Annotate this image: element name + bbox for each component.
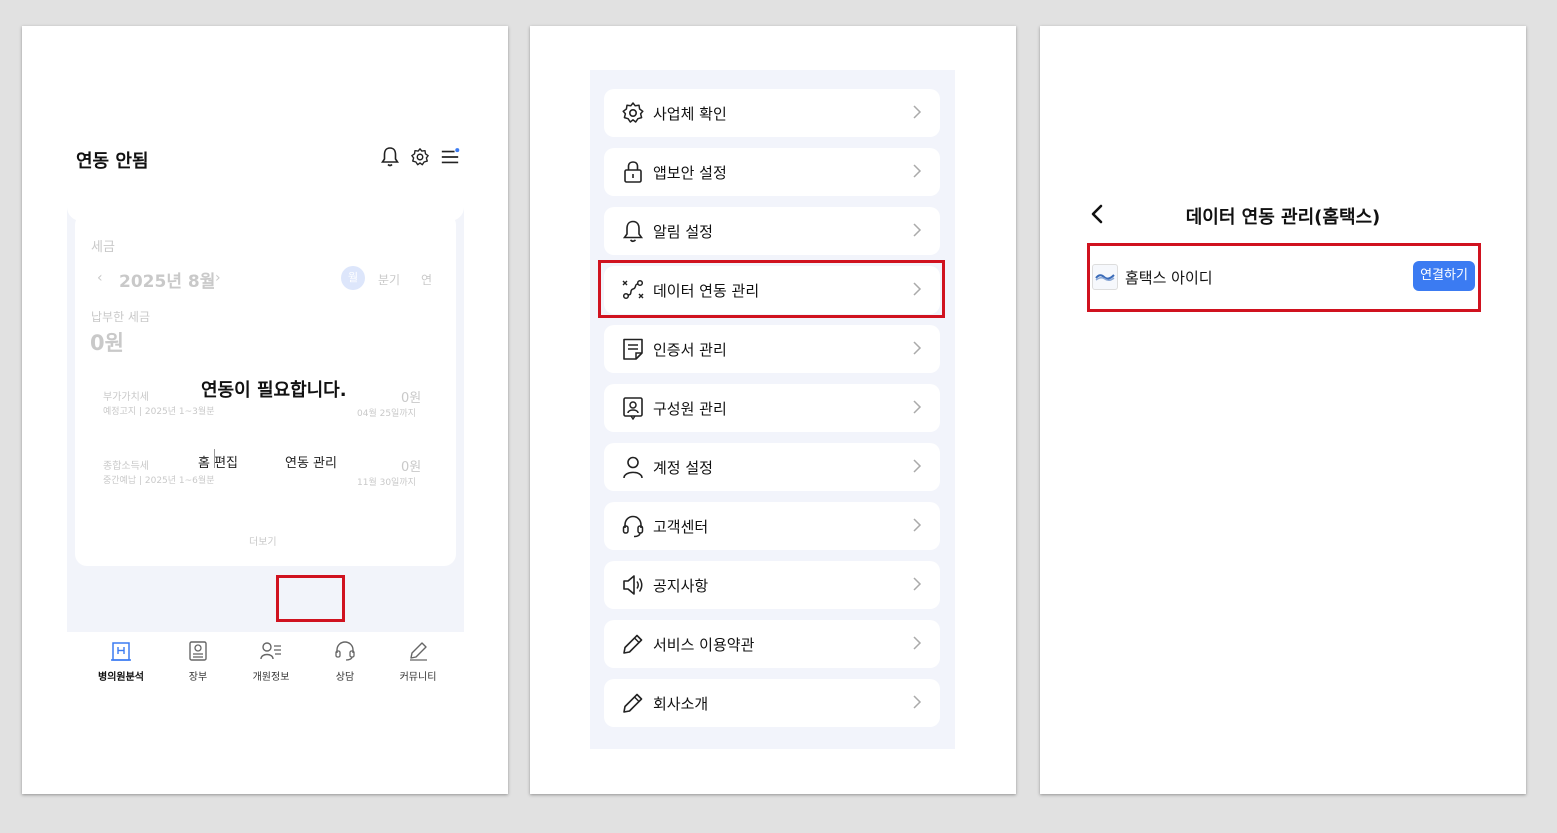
next-month-button[interactable]: ›: [215, 270, 221, 286]
gear-icon[interactable]: [410, 146, 430, 168]
nav-item-community[interactable]: 커뮤니티: [386, 640, 450, 683]
back-arrow-icon[interactable]: [1090, 203, 1104, 225]
menu-item-label: 고객센터: [653, 518, 709, 536]
nav-item-ledger[interactable]: 장부: [166, 640, 230, 683]
home-screen-panel: 연동 안됨 세금 ‹ 2025년 8월 › 월 분기 연 납부한 세금 0원 부…: [22, 26, 508, 794]
chevron-right-icon: [913, 341, 922, 355]
nav-label: 개원정보: [252, 672, 290, 683]
chevron-right-icon: [913, 223, 922, 237]
menu-item-label: 구성원 관리: [653, 400, 727, 418]
tab-year[interactable]: 연: [421, 271, 432, 288]
tax-card: 세금 ‹ 2025년 8월 › 월 분기 연 납부한 세금 0원 부가가치세 예…: [75, 213, 456, 566]
menu-item-label: 사업체 확인: [653, 105, 727, 123]
tax-row-subtitle: 중간예납 | 2025년 1~6월분: [103, 476, 215, 486]
gear-icon: [622, 102, 644, 123]
nav-item-hospital-analysis[interactable]: 병의원분석: [89, 640, 153, 683]
tax-row-title: 부가가치세: [103, 392, 149, 403]
hospital-icon: [111, 642, 131, 661]
menu-item-label: 계정 설정: [653, 459, 713, 477]
user-icon: [623, 456, 643, 479]
home-edit-button[interactable]: 홈 편집: [198, 452, 238, 471]
settings-menu-panel: 사업체 확인 앱보안 설정 알림 설정 데이터 연동 관리 인증서 관리 구성원…: [530, 26, 1016, 794]
lock-icon: [624, 161, 642, 183]
headset-icon: [335, 641, 355, 661]
home-content-area: 세금 ‹ 2025년 8월 › 월 분기 연 납부한 세금 0원 부가가치세 예…: [67, 186, 464, 632]
chevron-right-icon: [913, 164, 922, 178]
nav-label: 병의원분석: [98, 672, 144, 683]
nav-item-opening-info[interactable]: 개원정보: [239, 640, 303, 683]
month-label: 2025년 8월: [119, 272, 216, 292]
member-badge-icon: [623, 397, 643, 420]
speaker-icon: [623, 575, 643, 595]
chevron-right-icon: [913, 636, 922, 650]
chevron-right-icon: [913, 400, 922, 414]
menu-item-company-info[interactable]: 회사소개: [604, 679, 940, 727]
tax-row-subtitle: 예정고지 | 2025년 1~3월분: [103, 407, 215, 417]
menu-item-label: 알림 설정: [653, 223, 713, 241]
chevron-right-icon: [913, 105, 922, 119]
tax-row-due: 04월 25일까지: [357, 409, 416, 419]
tax-row-value: 0원: [401, 460, 422, 475]
menu-item-label: 서비스 이용약관: [653, 636, 755, 654]
pen-icon: [623, 634, 643, 654]
person-list-icon: [260, 642, 281, 660]
tax-row-due: 11월 30일까지: [357, 478, 416, 488]
menu-item-customer-center[interactable]: 고객센터: [604, 502, 940, 550]
menu-item-business-check[interactable]: 사업체 확인: [604, 89, 940, 137]
notification-dot: [455, 148, 460, 153]
nav-label: 장부: [188, 672, 208, 683]
menu-item-label: 인증서 관리: [653, 341, 727, 359]
tab-quarter[interactable]: 분기: [378, 271, 400, 288]
tax-section-label: 세금: [91, 240, 115, 255]
menu-item-account[interactable]: 계정 설정: [604, 443, 940, 491]
menu-item-certificate[interactable]: 인증서 관리: [604, 325, 940, 373]
chevron-right-icon: [913, 695, 922, 709]
chevron-right-icon: [913, 459, 922, 473]
menu-item-members[interactable]: 구성원 관리: [604, 384, 940, 432]
paid-tax-value: 0원: [90, 331, 124, 355]
tax-row-value: 0원: [401, 391, 422, 406]
prev-month-button[interactable]: ‹: [97, 270, 103, 286]
ledger-icon: [189, 641, 207, 661]
bell-icon: [622, 220, 644, 243]
nav-label: 상담: [335, 672, 355, 683]
menu-item-label: 공지사항: [653, 577, 709, 595]
menu-item-terms[interactable]: 서비스 이용약관: [604, 620, 940, 668]
nav-item-consult[interactable]: 상담: [313, 640, 377, 683]
certificate-icon: [623, 338, 643, 360]
highlight-box: [276, 575, 345, 622]
highlight-box: [1087, 243, 1481, 312]
more-link[interactable]: 더보기: [249, 533, 277, 548]
link-required-message: 연동이 필요합니다.: [201, 380, 347, 401]
menu-item-app-security[interactable]: 앱보안 설정: [604, 148, 940, 196]
pen-icon: [410, 642, 427, 661]
link-manage-button[interactable]: 연동 관리: [285, 452, 337, 471]
chevron-right-icon: [913, 577, 922, 591]
paid-tax-label: 납부한 세금: [91, 310, 151, 324]
divider: [214, 449, 215, 468]
tab-month[interactable]: 월: [341, 266, 365, 290]
page-title: 연동 안됨: [76, 151, 149, 172]
chevron-right-icon: [913, 518, 922, 532]
highlight-box: [598, 260, 945, 318]
data-link-panel: 데이터 연동 관리(홈택스) 홈택스 아이디 연결하기: [1040, 26, 1526, 794]
menu-icon[interactable]: [440, 146, 460, 168]
page-title: 데이터 연동 관리(홈택스): [1185, 207, 1381, 228]
menu-item-label: 앱보안 설정: [653, 164, 727, 182]
bell-icon[interactable]: [380, 146, 400, 168]
menu-item-notice[interactable]: 공지사항: [604, 561, 940, 609]
pen-icon: [623, 693, 643, 713]
settings-menu-list: 사업체 확인 앱보안 설정 알림 설정 데이터 연동 관리 인증서 관리 구성원…: [590, 70, 955, 749]
tax-row-title: 종합소득세: [103, 461, 149, 472]
headset-icon: [622, 515, 644, 538]
nav-label: 커뮤니티: [399, 672, 437, 683]
menu-item-notification[interactable]: 알림 설정: [604, 207, 940, 255]
menu-item-label: 회사소개: [653, 695, 709, 713]
